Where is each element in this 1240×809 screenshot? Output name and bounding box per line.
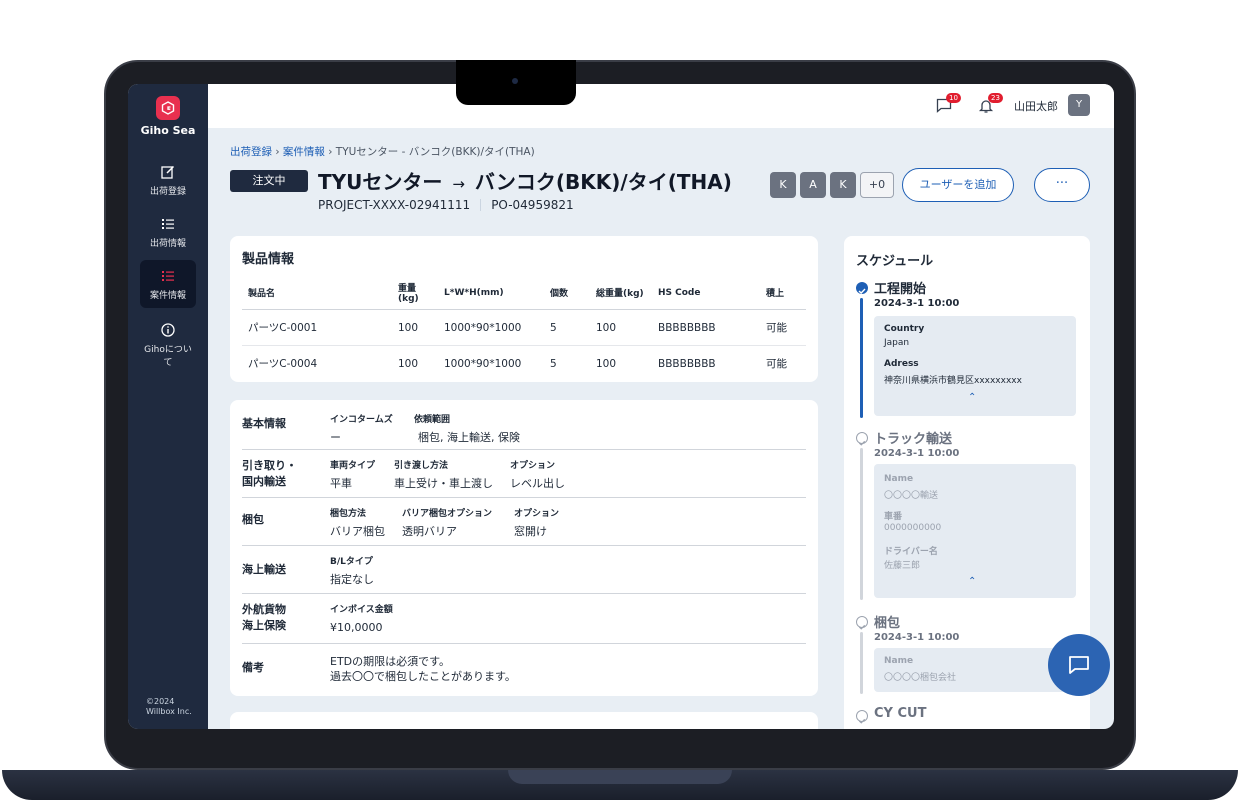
chevron-up-icon[interactable]: ⌃ xyxy=(968,576,976,587)
sidebar-item-about[interactable]: Gihoについて xyxy=(140,314,196,368)
laptop-frame: Giho Sea 出荷登録 出荷情報 案件情報 Gihoについて ©2024 W… xyxy=(104,60,1136,770)
edit-icon xyxy=(161,165,175,179)
avatar[interactable]: Y xyxy=(1068,94,1090,116)
timeline-line xyxy=(860,632,863,694)
project-ids: PROJECT-XXXX-02941111 PO-04959821 xyxy=(318,198,574,212)
app-screen: Giho Sea 出荷登録 出荷情報 案件情報 Gihoについて ©2024 W… xyxy=(128,84,1114,729)
breadcrumb-current: TYUセンター - バンコク(BKK)/タイ(THA) xyxy=(335,146,535,158)
invoice-amount-field: インボイス金額 ¥10,0000 xyxy=(330,605,393,634)
barrier-option-field: バリア梱包オプション 透明バリア xyxy=(402,509,493,538)
timeline-line xyxy=(860,298,863,418)
sidebar-item-shipment-info[interactable]: 出荷情報 xyxy=(140,208,196,256)
camera-notch xyxy=(456,60,576,105)
pickup-row: 引き取り・ 国内輸送 車両タイプ 平車 引き渡し方法 車上受け・車上渡し オプションレ… xyxy=(242,450,806,498)
list-icon xyxy=(162,219,174,229)
step-date: 2024-3-1 10:00 xyxy=(874,298,960,309)
timeline-line xyxy=(860,448,863,600)
more-members-chip[interactable]: +0 xyxy=(860,172,894,198)
sidebar-item-label: 案件情報 xyxy=(149,291,186,301)
ocean-freight-row: 海上輸送 B/Lタイプ 指定なし xyxy=(242,546,806,594)
step-detail-box: Name 〇〇〇〇梱包会社 xyxy=(874,648,1076,692)
info-icon xyxy=(161,323,175,337)
member-avatar[interactable]: K xyxy=(770,172,796,198)
laptop-base-groove xyxy=(508,770,732,784)
step-name: トラック輸送 xyxy=(874,432,953,447)
project-id: PROJECT-XXXX-02941111 xyxy=(318,198,471,212)
chat-icon xyxy=(1069,656,1089,674)
product-info-card: 製品情報 製品名 重量(kg) L*W*H(mm) 個数 総重量(kg) HS … xyxy=(230,236,818,382)
check-circle-icon xyxy=(856,432,868,446)
screen-bezel: Giho Sea 出荷登録 出荷情報 案件情報 Gihoについて ©2024 W… xyxy=(128,84,1114,729)
check-circle-icon xyxy=(856,616,868,630)
packing-method-field: 梱包方法 バリア梱包 xyxy=(330,509,385,538)
packing-row: 梱包 梱包方法 バリア梱包 バリア梱包オプション 透明バリア オプション 窓開け xyxy=(242,498,806,546)
camera-icon xyxy=(512,78,518,84)
step-name: 梱包 xyxy=(874,616,901,631)
delivery-method-field: 引き渡し方法 車上受け・車上渡し xyxy=(394,461,493,490)
chevron-up-icon[interactable]: ⌃ xyxy=(968,392,976,403)
insurance-row: 外航貨物 海上保険 インボイス金額 ¥10,0000 xyxy=(242,594,806,644)
sidebar-item-label: 出荷登録 xyxy=(149,187,186,197)
more-options-button[interactable]: ··· xyxy=(1034,168,1090,202)
breadcrumb-link-project-info[interactable]: 案件情報 xyxy=(283,146,325,158)
topbar: 10 23 山田太郎 Y xyxy=(208,84,1114,128)
sidebar-item-label: 出荷情報 xyxy=(149,239,186,249)
messages-badge: 10 xyxy=(946,93,961,103)
page-title: TYUセンター → バンコク(BKK)/タイ(THA) xyxy=(318,170,732,194)
breadcrumb: 出荷登録 › 案件情報 › TYUセンター - バンコク(BKK)/タイ(THA… xyxy=(230,146,535,158)
product-table: 製品名 重量(kg) L*W*H(mm) 個数 総重量(kg) HS Code … xyxy=(242,276,806,381)
breadcrumb-link-shipment-register[interactable]: 出荷登録 xyxy=(230,146,272,158)
check-circle-icon xyxy=(856,282,868,294)
sidebar-item-label: Gihoについて xyxy=(144,345,192,368)
messages-button[interactable]: 10 xyxy=(936,93,961,117)
notes-text: ETDの期限は必須です。 過去〇〇で梱包したことがあります。 xyxy=(330,655,516,683)
notifications-button[interactable]: 23 xyxy=(978,93,1003,118)
member-avatar[interactable]: K xyxy=(830,172,856,198)
table-header-row: 製品名 重量(kg) L*W*H(mm) 個数 総重量(kg) HS Code … xyxy=(242,276,806,310)
copyright: ©2024 Willbox Inc. xyxy=(146,697,192,716)
schedule-title: スケジュール xyxy=(856,254,934,269)
add-user-button[interactable]: ユーザーを追加 xyxy=(902,168,1014,202)
chat-fab-button[interactable] xyxy=(1048,634,1110,696)
step-detail-box: Country Japan Adress 神奈川県横浜市鶴見区xxxxxxxxx… xyxy=(874,316,1076,416)
vehicle-type-field: 車両タイプ 平車 xyxy=(330,461,376,490)
sidebar-item-project-info[interactable]: 案件情報 xyxy=(140,260,196,308)
pickup-option-field: オプション レベル出し xyxy=(510,461,565,490)
check-circle-icon xyxy=(856,710,868,724)
step-date: 2024-3-1 10:00 xyxy=(874,632,960,643)
giho-logo-icon[interactable] xyxy=(156,96,180,120)
sidebar-item-shipment-register[interactable]: 出荷登録 xyxy=(140,156,196,204)
member-avatar[interactable]: A xyxy=(800,172,826,198)
username[interactable]: 山田太郎 xyxy=(1014,98,1058,114)
step-name: 工程開始 xyxy=(874,282,927,297)
product-info-title: 製品情報 xyxy=(242,252,295,267)
notes-row: 備考 ETDの期限は必須です。 過去〇〇で梱包したことがあります。 xyxy=(242,655,516,683)
status-badge: 注文中 xyxy=(230,170,308,192)
shipment-details-card: 基本情報 インコタームズー 依頼範囲 梱包, 海上輸送, 保険 引き取り・ 国内輸送… xyxy=(230,400,818,696)
app-name: Giho Sea xyxy=(140,124,196,137)
incoterms-field: インコタームズー xyxy=(330,415,393,444)
packing-option-field: オプション 窓開け xyxy=(514,509,560,538)
sidebar: Giho Sea 出荷登録 出荷情報 案件情報 Gihoについて ©2024 W… xyxy=(128,84,208,729)
basic-info-row: 基本情報 インコタームズー 依頼範囲 梱包, 海上輸送, 保険 xyxy=(242,400,806,450)
step-name: CY CUT xyxy=(874,706,927,721)
list-icon xyxy=(162,271,174,281)
step-date: 2024-3-1 10:00 xyxy=(874,448,960,459)
step-detail-box: Name 〇〇〇〇輸送 車番 0000000000 ドライバー名 佐藤三郎 ⌃ xyxy=(874,464,1076,598)
po-number: PO-04959821 xyxy=(491,198,574,212)
bl-type-field: B/Lタイプ 指定なし xyxy=(330,557,374,586)
notifications-badge: 23 xyxy=(988,93,1003,103)
table-row: パーツC-0004 100 1000*90*1000 5 100 BBBBBBBB 可能 xyxy=(248,357,787,371)
table-row: パーツC-0001 100 1000*90*1000 5 100 BBBBBBBB 可能 xyxy=(242,309,806,346)
scope-field: 依頼範囲 梱包, 海上輸送, 保険 xyxy=(414,415,520,444)
next-card xyxy=(230,712,818,729)
